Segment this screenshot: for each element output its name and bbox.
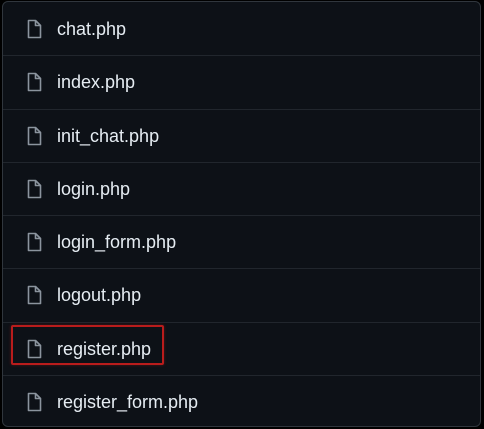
file-row-login[interactable]: login.php — [3, 161, 480, 215]
file-icon — [24, 19, 44, 39]
file-icon — [24, 232, 44, 252]
file-icon — [24, 392, 44, 412]
file-row-logout[interactable]: logout.php — [3, 268, 480, 321]
file-icon — [24, 339, 44, 359]
file-row-index[interactable]: index.php — [3, 55, 480, 108]
file-name[interactable]: logout.php — [57, 284, 141, 306]
file-name[interactable]: register.php — [57, 338, 151, 360]
file-name[interactable]: register_form.php — [57, 391, 198, 413]
file-row-register[interactable]: register.php — [3, 321, 480, 375]
file-icon — [24, 179, 44, 199]
file-name[interactable]: chat.php — [57, 18, 126, 40]
file-icon — [24, 126, 44, 146]
file-row-login-form[interactable]: login_form.php — [3, 215, 480, 268]
file-row-init-chat[interactable]: init_chat.php — [3, 108, 480, 162]
file-name[interactable]: index.php — [57, 71, 135, 93]
file-row-register-form[interactable]: register_form.php — [3, 374, 480, 426]
file-icon — [24, 285, 44, 305]
file-row-chat[interactable]: chat.php — [3, 2, 480, 55]
file-name[interactable]: login_form.php — [57, 231, 176, 253]
file-icon — [24, 72, 44, 92]
file-name[interactable]: login.php — [57, 178, 130, 200]
file-list: chat.php index.php init_chat.php login.p… — [2, 1, 481, 427]
file-name[interactable]: init_chat.php — [57, 125, 159, 147]
